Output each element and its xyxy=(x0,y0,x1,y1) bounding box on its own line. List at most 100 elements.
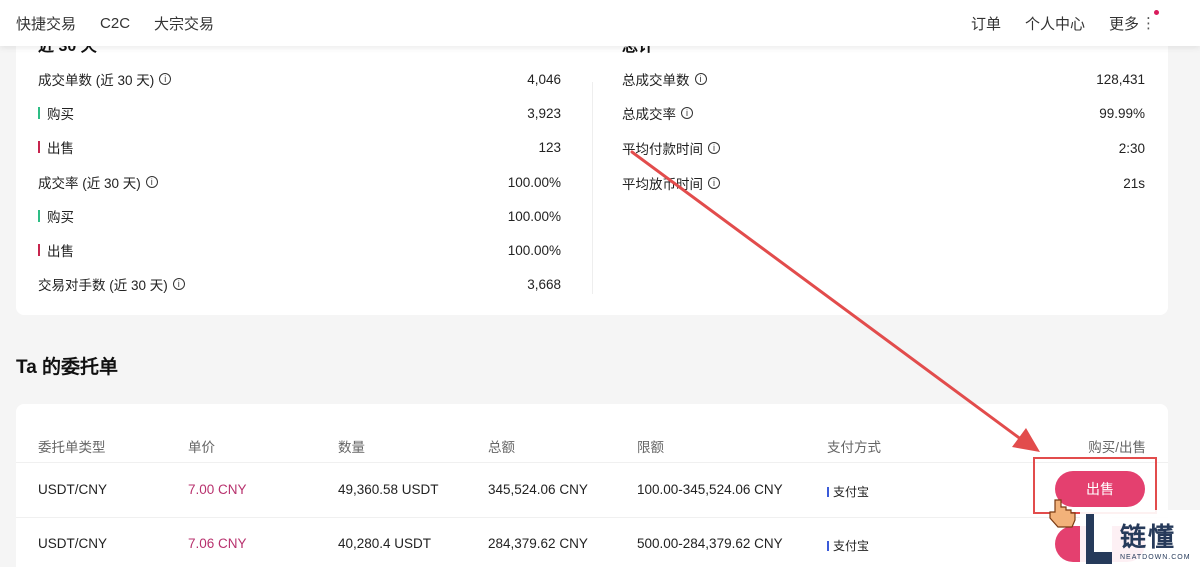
stat-value: 99.99% xyxy=(1099,105,1145,121)
logo-cn: 链懂 xyxy=(1120,521,1177,552)
order-limit: 500.00-284,379.62 CNY xyxy=(637,536,783,551)
stat-label-wrap: 平均放币时间 i xyxy=(622,173,720,193)
column-header: 委托单类型 xyxy=(38,440,106,455)
stats-card: 近 30 天 总计 成交单数 (近 30 天) i 4,046 购买 3,923… xyxy=(16,18,1168,315)
neatdown-logo: 链懂 NEATDOWN.COM xyxy=(1080,510,1200,567)
payment-marker xyxy=(827,486,829,497)
column-header: 支付方式 xyxy=(827,440,881,455)
stat-label-wrap: 出售 xyxy=(38,137,74,157)
stat-row: 购买 3,923 xyxy=(38,102,561,124)
nav-profile[interactable]: 个人中心 xyxy=(1025,13,1085,34)
column-header: 限额 xyxy=(637,440,664,455)
stat-label: 交易对手数 (近 30 天) xyxy=(38,278,168,293)
notification-dot xyxy=(1154,10,1159,15)
stat-label-wrap: 购买 xyxy=(38,103,74,123)
nav-orders[interactable]: 订单 xyxy=(971,13,1001,34)
column-header: 单价 xyxy=(188,440,215,455)
column-header: 购买/出售 xyxy=(1088,440,1146,455)
nav-right: 订单 个人中心 更多 ⋮ xyxy=(947,10,1200,34)
info-icon[interactable]: i xyxy=(145,176,158,188)
stat-value: 123 xyxy=(538,139,561,155)
payment-marker xyxy=(827,540,829,551)
order-limit: 100.00-345,524.06 CNY xyxy=(637,482,783,497)
order-total: 345,524.06 CNY xyxy=(488,482,588,497)
info-icon[interactable]: i xyxy=(708,142,720,154)
stat-value: 2:30 xyxy=(1118,140,1145,156)
sell-bar-marker xyxy=(38,244,40,256)
logo-mark-icon xyxy=(1086,513,1112,564)
stat-value: 3,923 xyxy=(527,105,561,121)
stat-row: 成交率 (近 30 天) i 100.00% xyxy=(38,171,561,193)
stat-label: 成交率 (近 30 天) xyxy=(38,176,141,191)
order-amount: 49,360.58 USDT xyxy=(338,482,439,497)
sell-bar-marker xyxy=(38,141,40,153)
stat-label-wrap: 出售 xyxy=(38,240,74,260)
stat-value: 100.00% xyxy=(507,174,561,190)
stat-label-wrap: 成交率 (近 30 天) i xyxy=(38,172,158,192)
nav-block-trade[interactable]: 大宗交易 xyxy=(154,13,214,34)
info-icon[interactable]: i xyxy=(172,278,185,290)
payment-method: 支付宝 xyxy=(827,483,869,500)
stat-label: 平均付款时间 xyxy=(622,142,703,157)
stat-label: 购买 xyxy=(47,107,74,122)
stat-row: 总成交单数 i 128,431 xyxy=(622,68,1145,90)
order-amount: 40,280.4 USDT xyxy=(338,536,432,551)
stat-value: 4,046 xyxy=(527,71,561,87)
stat-value: 21s xyxy=(1123,175,1145,191)
stat-label: 出售 xyxy=(47,141,74,156)
top-nav: 快捷交易 C2C 大宗交易 订单 个人中心 更多 ⋮ xyxy=(0,0,1200,46)
stat-label: 总成交单数 xyxy=(622,73,690,88)
info-icon[interactable]: i xyxy=(681,107,693,119)
orders-table: 委托单类型 单价 数量 总额 限额 支付方式 购买/出售 USDT/CNY 7.… xyxy=(16,404,1168,567)
stat-label-wrap: 总成交单数 i xyxy=(622,69,707,89)
stat-row: 总成交率 i 99.99% xyxy=(622,102,1145,124)
stat-label: 平均放币时间 xyxy=(622,177,703,192)
nav-c2c[interactable]: C2C xyxy=(100,15,130,32)
stat-label: 购买 xyxy=(47,210,74,225)
stat-label-wrap: 购买 xyxy=(38,206,74,226)
stat-value: 100.00% xyxy=(507,208,561,224)
stat-label-wrap: 总成交率 i xyxy=(622,103,693,123)
stat-row: 平均放币时间 i 21s xyxy=(622,172,1145,194)
buy-bar-marker xyxy=(38,107,40,119)
stat-row: 交易对手数 (近 30 天) i 3,668 xyxy=(38,273,561,295)
logo-text: 链懂 NEATDOWN.COM xyxy=(1120,517,1191,561)
stat-label: 出售 xyxy=(47,244,74,259)
stat-value: 128,431 xyxy=(1096,71,1145,87)
stat-label-wrap: 平均付款时间 i xyxy=(622,138,720,158)
stat-row: 出售 123 xyxy=(38,136,561,158)
info-icon[interactable]: i xyxy=(694,73,707,85)
stat-value: 3,668 xyxy=(527,276,561,292)
stat-label: 成交单数 (近 30 天) xyxy=(38,73,155,88)
payment-label: 支付宝 xyxy=(833,485,870,499)
buy-bar-marker xyxy=(38,210,40,222)
nav-more-label: 更多 xyxy=(1108,15,1139,33)
info-icon[interactable]: i xyxy=(708,177,720,189)
kebab-menu-icon: ⋮ xyxy=(1141,10,1159,32)
column-header: 数量 xyxy=(338,440,365,455)
nav-left: 快捷交易 C2C 大宗交易 xyxy=(0,13,222,34)
column-divider xyxy=(592,82,593,294)
annotation-highlight-box xyxy=(1033,457,1157,514)
nav-quick-trade[interactable]: 快捷交易 xyxy=(16,13,76,34)
stat-row: 成交单数 (近 30 天) i 4,046 xyxy=(38,68,561,90)
info-icon[interactable]: i xyxy=(159,73,172,85)
stat-row: 平均付款时间 i 2:30 xyxy=(622,137,1145,159)
order-price: 7.06 CNY xyxy=(188,536,247,551)
stat-row: 购买 100.00% xyxy=(38,205,561,227)
order-price: 7.00 CNY xyxy=(188,482,247,497)
payment-method: 支付宝 xyxy=(827,537,869,554)
row-divider xyxy=(16,517,1168,518)
stat-label-wrap: 成交单数 (近 30 天) i xyxy=(38,69,172,89)
stat-label-wrap: 交易对手数 (近 30 天) i xyxy=(38,274,185,294)
stat-label: 总成交率 xyxy=(622,107,676,122)
stat-row: 出售 100.00% xyxy=(38,239,561,261)
nav-more[interactable]: 更多 ⋮ xyxy=(1108,10,1159,34)
orders-section-title: Ta 的委托单 xyxy=(16,357,119,378)
logo-en: NEATDOWN.COM xyxy=(1120,553,1191,561)
order-type: USDT/CNY xyxy=(38,536,108,551)
order-type: USDT/CNY xyxy=(38,482,108,497)
row-divider xyxy=(16,462,1168,463)
payment-label: 支付宝 xyxy=(833,539,870,553)
stat-value: 100.00% xyxy=(507,242,561,258)
